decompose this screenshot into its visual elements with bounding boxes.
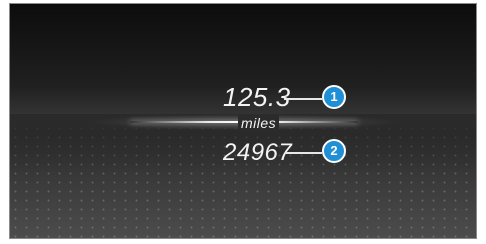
distance-unit-label: miles (238, 115, 280, 131)
trip-distance-value: 125.3 (223, 82, 291, 112)
callout-2-leader (286, 152, 322, 154)
callout-1-badge: 1 (322, 85, 346, 109)
odometer-value: 24967 (223, 139, 293, 166)
callout-1-leader (284, 98, 322, 100)
callout-2-badge: 2 (322, 139, 346, 163)
instrument-display: 125.3 1 miles 24967 2 (9, 3, 477, 239)
